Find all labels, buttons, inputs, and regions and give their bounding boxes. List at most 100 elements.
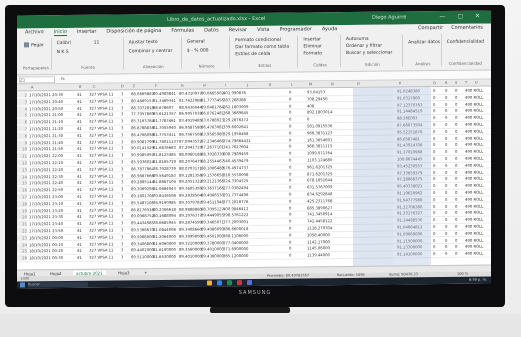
- cell-id[interactable]: 41: [77, 167, 82, 172]
- cell-date[interactable]: 17/10/2021 23:00: [29, 194, 63, 199]
- column-header[interactable]: F: [155, 84, 157, 88]
- cell-value[interactable]: 490 ROLL: [465, 108, 483, 113]
- cell-value[interactable]: 89.3605395: [179, 186, 202, 191]
- column-header[interactable]: U: [475, 81, 478, 85]
- cell-value[interactable]: 89.4380000: [201, 254, 224, 259]
- cell-value[interactable]: 89.4501000: [201, 233, 224, 238]
- cell-value[interactable]: 89.2051322: [179, 179, 202, 184]
- cell-value[interactable]: 0: [289, 151, 291, 156]
- cell-name[interactable]: 327 VPSA 11: [89, 132, 113, 137]
- cell-date[interactable]: 18/10/2021 00:00: [29, 235, 63, 240]
- cell-value[interactable]: 86.9587580: [179, 125, 202, 130]
- cell-name[interactable]: 327 VPSA 11: [89, 241, 113, 246]
- cell-value[interactable]: 0: [445, 210, 447, 215]
- tab-archivo[interactable]: Archivo: [25, 29, 44, 36]
- cell-value[interactable]: 0: [455, 224, 457, 229]
- row-number[interactable]: 19: [17, 207, 27, 214]
- row-number[interactable]: 20: [17, 214, 27, 220]
- cell-value[interactable]: 0: [433, 231, 435, 236]
- cell-value[interactable]: 81.7753411: [153, 132, 176, 137]
- cell-date[interactable]: 17/10/2021 21:10: [29, 119, 63, 124]
- cell-code[interactable]: 3: [121, 248, 123, 253]
- cell-value[interactable]: 89.0968752: [131, 213, 154, 218]
- cell-name[interactable]: 327 VPSA 11: [89, 180, 113, 185]
- cell-date[interactable]: 17/10/2021 22:30: [29, 174, 63, 179]
- cell-code[interactable]: 3: [121, 125, 123, 130]
- cell-value[interactable]: 89.5649183: [153, 172, 176, 177]
- cell-value[interactable]: 81.8867104: [153, 179, 176, 184]
- cell-value[interactable]: 685.3890627: [307, 205, 332, 210]
- cell-value[interactable]: 0: [455, 203, 457, 208]
- cell-date[interactable]: 17/10/2021 20:30: [29, 92, 63, 97]
- cell-value[interactable]: 324.3304725: [223, 178, 248, 183]
- cell-value[interactable]: 88.3028330: [201, 152, 224, 157]
- cell-id[interactable]: 41: [77, 153, 82, 158]
- cell-value[interactable]: 0: [445, 231, 447, 236]
- cell-date[interactable]: 17/10/2021 23:30: [29, 214, 63, 219]
- cell-value[interactable]: 89.0461784: [201, 104, 224, 109]
- cell-value[interactable]: 0: [455, 135, 457, 140]
- cell-id[interactable]: 41: [77, 173, 82, 178]
- cell-value[interactable]: 88.0703171: [179, 165, 202, 170]
- cell-value[interactable]: 1103.124680: [307, 157, 332, 162]
- cell-id[interactable]: 41: [77, 133, 82, 138]
- cell-value[interactable]: 741.3450914: [307, 212, 332, 217]
- cell-value[interactable]: 490 ROLL: [465, 115, 483, 120]
- cell-value[interactable]: 490 ROLL: [465, 244, 483, 249]
- cell-value[interactable]: 83.9565980: [201, 131, 224, 136]
- cell-value[interactable]: 81.0844008: [153, 227, 176, 232]
- cell-value[interactable]: 490 ROLL: [465, 88, 483, 93]
- cell-value[interactable]: 490 ROLL: [465, 190, 483, 195]
- cell-value[interactable]: 490 ROLL: [465, 176, 483, 181]
- cell-value[interactable]: 0: [433, 197, 435, 202]
- cell-value[interactable]: 0: [455, 149, 457, 154]
- column-header[interactable]: H: [203, 84, 206, 88]
- cell-value[interactable]: 0: [433, 115, 435, 120]
- cell-date[interactable]: 17/10/2021 22:00: [29, 153, 63, 158]
- cell-value[interactable]: 0: [433, 156, 435, 161]
- cell-value[interactable]: 0: [433, 88, 435, 93]
- file-explorer-icon[interactable]: [207, 280, 212, 286]
- cell-date[interactable]: 17/10/2021 23:10: [29, 201, 63, 206]
- cell-code[interactable]: 3: [121, 139, 123, 144]
- cell-value[interactable]: 0: [289, 137, 291, 142]
- cell-value[interactable]: 0: [445, 95, 447, 100]
- cell-value[interactable]: 0: [289, 171, 291, 176]
- cell-value[interactable]: 371.6900000: [223, 246, 248, 251]
- cell-value[interactable]: 88.9888860: [179, 206, 202, 211]
- sort-filter-button[interactable]: Ordenar y filtrar: [346, 44, 382, 49]
- cell-value[interactable]: 490 ROLL: [465, 162, 483, 167]
- cell-value[interactable]: 398.5761222: [223, 212, 248, 217]
- cell-code[interactable]: 3: [121, 234, 123, 239]
- edge-icon[interactable]: [217, 280, 222, 286]
- row-number[interactable]: 17: [17, 194, 27, 200]
- cell-value[interactable]: 86.8788838: [131, 125, 154, 130]
- cell-name[interactable]: 327 VPSA 11: [89, 159, 113, 164]
- cell-name[interactable]: 327 VPSA 11: [89, 91, 113, 96]
- format-cells-button[interactable]: Formato: [303, 51, 322, 56]
- cell-name[interactable]: 327 VPSA 11: [89, 146, 113, 151]
- cell-id[interactable]: 41: [77, 241, 82, 246]
- cell-value[interactable]: 966.3811115: [307, 144, 332, 149]
- excel-icon[interactable]: [227, 280, 232, 286]
- tab-inicio[interactable]: Inicio: [53, 28, 67, 37]
- cell-value[interactable]: 0: [433, 238, 435, 243]
- cell-value[interactable]: 81.7055940: [153, 125, 176, 130]
- cell-value[interactable]: 0: [455, 176, 457, 181]
- row-number[interactable]: 7: [17, 126, 27, 132]
- cell-date[interactable]: 17/10/2021 22:50: [29, 187, 63, 192]
- cell-value[interactable]: 0: [445, 102, 447, 107]
- cell-code[interactable]: 3: [121, 119, 123, 124]
- cell-value[interactable]: 0: [445, 142, 447, 147]
- cell-value[interactable]: 678.1651644: [307, 178, 332, 183]
- cell-value[interactable]: 0: [289, 158, 291, 163]
- cell-date[interactable]: 17/10/2021 23:20: [29, 208, 63, 213]
- cell-value[interactable]: 0: [289, 144, 291, 149]
- cell-value[interactable]: 88.9436044: [179, 104, 202, 109]
- row-number[interactable]: 11: [17, 153, 27, 159]
- cell-value[interactable]: 540.4539479: [223, 158, 248, 163]
- cell-value[interactable]: 89.5068000: [131, 234, 154, 239]
- column-header[interactable]: T: [465, 81, 467, 85]
- cell-value[interactable]: 86.4768098: [131, 132, 154, 137]
- cell-value[interactable]: 1058.40000: [307, 232, 330, 237]
